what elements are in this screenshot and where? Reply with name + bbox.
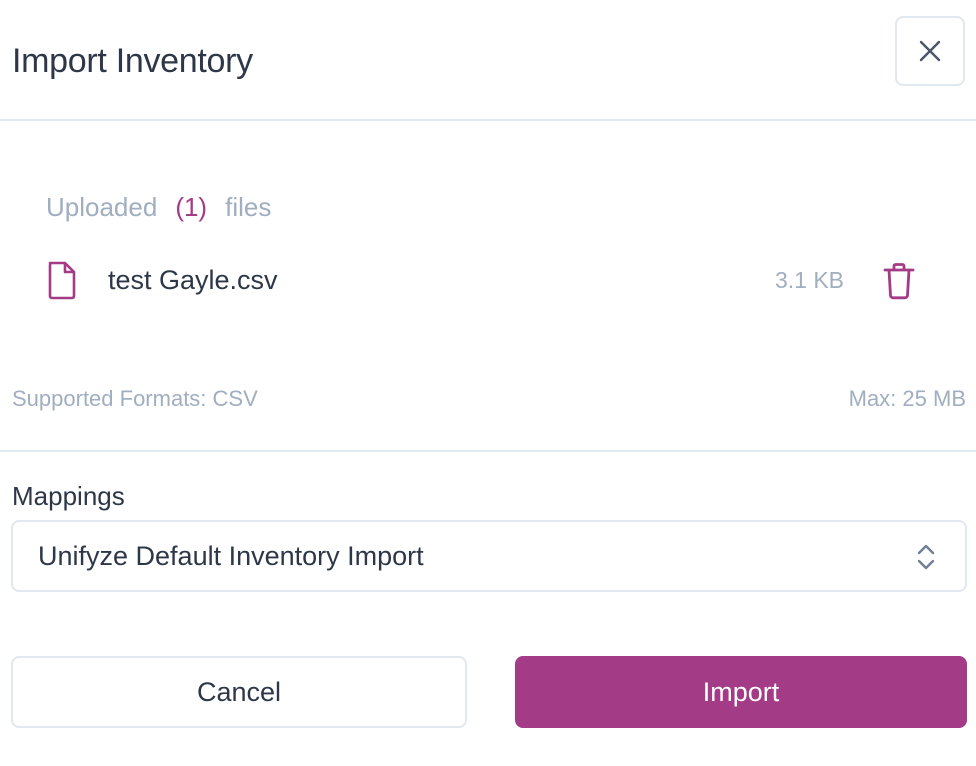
mappings-label: Mappings (12, 481, 125, 511)
upload-count: (1) (175, 192, 208, 222)
modal-title: Import Inventory (12, 42, 253, 80)
upload-summary: Uploaded (1) files (46, 190, 271, 224)
supported-formats: Supported Formats: CSV (12, 386, 258, 411)
delete-file-button[interactable] (882, 262, 916, 300)
close-button[interactable] (895, 16, 965, 86)
close-icon (919, 40, 941, 62)
import-inventory-modal: Import Inventory Uploaded (1) files test… (0, 0, 976, 766)
mappings-select[interactable]: Unifyze Default Inventory Import (11, 520, 967, 592)
mappings-selected-value: Unifyze Default Inventory Import (38, 541, 424, 571)
cancel-button[interactable]: Cancel (11, 656, 467, 728)
file-list-item: test Gayle.csv 3.1 KB (46, 254, 916, 306)
upload-summary-prefix: Uploaded (46, 192, 158, 222)
modal-header: Import Inventory (0, 0, 976, 121)
import-button[interactable]: Import (515, 656, 967, 728)
trash-icon (883, 263, 915, 300)
file-size: 3.1 KB (774, 267, 844, 293)
max-file-size: Max: 25 MB (848, 386, 966, 411)
upload-summary-suffix: files (225, 192, 272, 222)
file-name: test Gayle.csv (108, 265, 278, 295)
formats-info: Supported Formats: CSV Max: 25 MB (12, 384, 966, 414)
divider (0, 450, 976, 452)
chevron-up-down-icon (917, 544, 935, 570)
file-icon (48, 261, 76, 300)
